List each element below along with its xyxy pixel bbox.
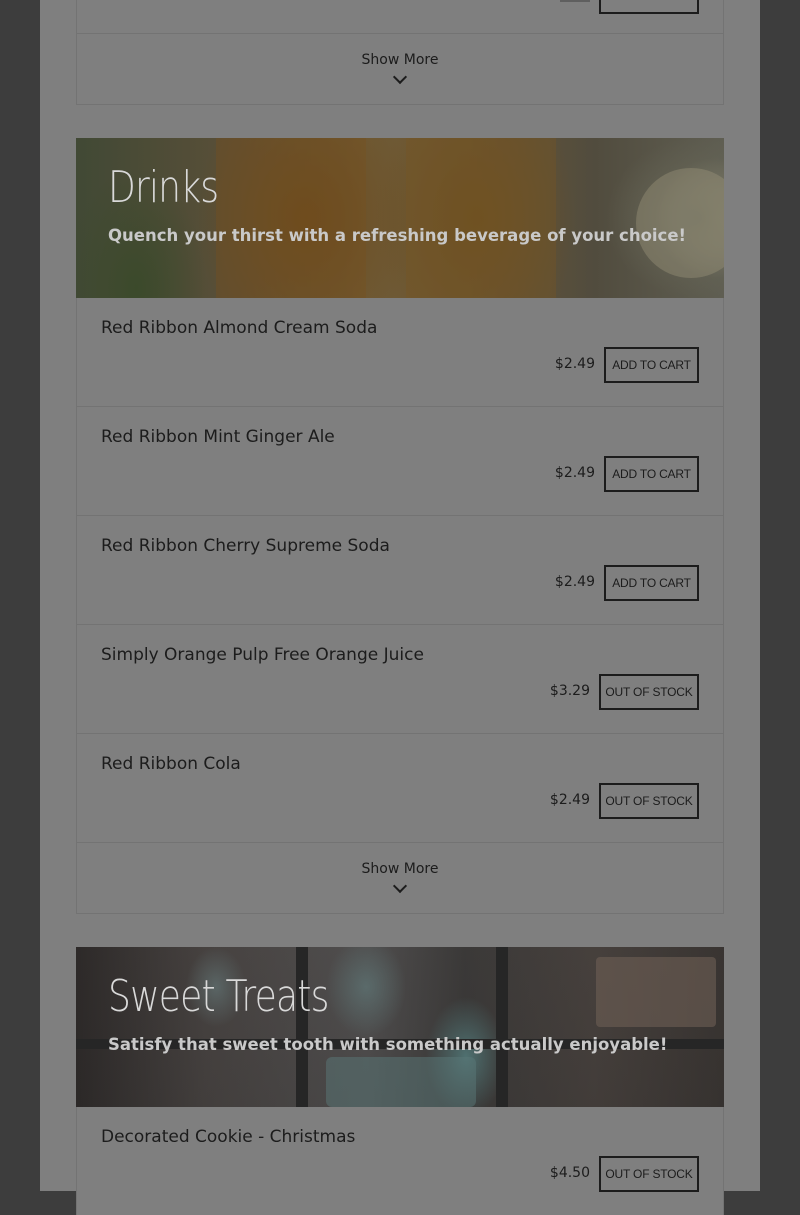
drinks-subtitle: Quench your thirst with a refreshing bev…: [108, 226, 687, 245]
item-price: $2.49: [554, 356, 595, 372]
list-item: Red Ribbon Cherry Supreme Soda $2.49 Add…: [77, 516, 723, 625]
lemon-decoration: [636, 168, 724, 278]
item-price: $2.49: [554, 465, 595, 481]
drinks-title: Drinks: [108, 162, 219, 213]
add-to-cart-button[interactable]: Add to cart: [604, 347, 699, 383]
out-of-stock-button[interactable]: Out of stock: [599, 674, 699, 710]
previous-item-row: [77, 0, 723, 34]
candy-decoration: [596, 957, 716, 1027]
out-of-stock-button[interactable]: Out of stock: [599, 1156, 699, 1192]
drinks-banner: Drinks Quench your thirst with a refresh…: [76, 138, 724, 298]
out-of-stock-button[interactable]: Out of stock: [599, 783, 699, 819]
item-price: $4.50: [549, 1165, 590, 1181]
drinks-card: Red Ribbon Almond Cream Soda $2.49 Add t…: [76, 298, 724, 914]
show-more-button[interactable]: Show More: [77, 34, 723, 104]
chevron-down-icon: [392, 69, 408, 85]
item-name: Red Ribbon Cherry Supreme Soda: [101, 536, 390, 556]
show-more-label: Show More: [361, 52, 439, 68]
sweet-treats-card: Decorated Cookie - Christmas $4.50 Out o…: [76, 1107, 724, 1215]
item-price: $2.49: [549, 792, 590, 808]
candy-decoration: [326, 1057, 476, 1107]
item-name: Red Ribbon Almond Cream Soda: [101, 318, 378, 338]
sweet-treats-banner: Sweet Treats Satisfy that sweet tooth wi…: [76, 947, 724, 1107]
item-price: $3.29: [549, 683, 590, 699]
glass-decoration: [216, 138, 366, 298]
previous-item-button[interactable]: [599, 0, 699, 14]
list-item: Simply Orange Pulp Free Orange Juice $3.…: [77, 625, 723, 734]
glass-decoration: [406, 138, 556, 298]
add-to-cart-button[interactable]: Add to cart: [604, 565, 699, 601]
item-name: Red Ribbon Mint Ginger Ale: [101, 427, 335, 447]
chevron-down-icon: [392, 878, 408, 894]
list-item: Decorated Cookie - Christmas $4.50 Out o…: [77, 1107, 723, 1215]
item-price: $2.49: [554, 574, 595, 590]
list-item: Red Ribbon Cola $2.49 Out of stock: [77, 734, 723, 843]
show-more-button[interactable]: Show More: [77, 843, 723, 913]
item-name: Simply Orange Pulp Free Orange Juice: [101, 645, 424, 665]
shelf-decoration: [496, 947, 508, 1107]
item-name: Red Ribbon Cola: [101, 754, 241, 774]
sweet-treats-subtitle: Satisfy that sweet tooth with something …: [108, 1035, 668, 1054]
sweet-treats-title: Sweet Treats: [108, 971, 329, 1022]
previous-category-card: Show More: [76, 0, 724, 105]
item-name: Decorated Cookie - Christmas: [101, 1127, 356, 1147]
previous-item-price: [560, 0, 590, 2]
show-more-label: Show More: [361, 861, 439, 877]
list-item: Red Ribbon Almond Cream Soda $2.49 Add t…: [77, 298, 723, 407]
list-item: Red Ribbon Mint Ginger Ale $2.49 Add to …: [77, 407, 723, 516]
add-to-cart-button[interactable]: Add to cart: [604, 456, 699, 492]
